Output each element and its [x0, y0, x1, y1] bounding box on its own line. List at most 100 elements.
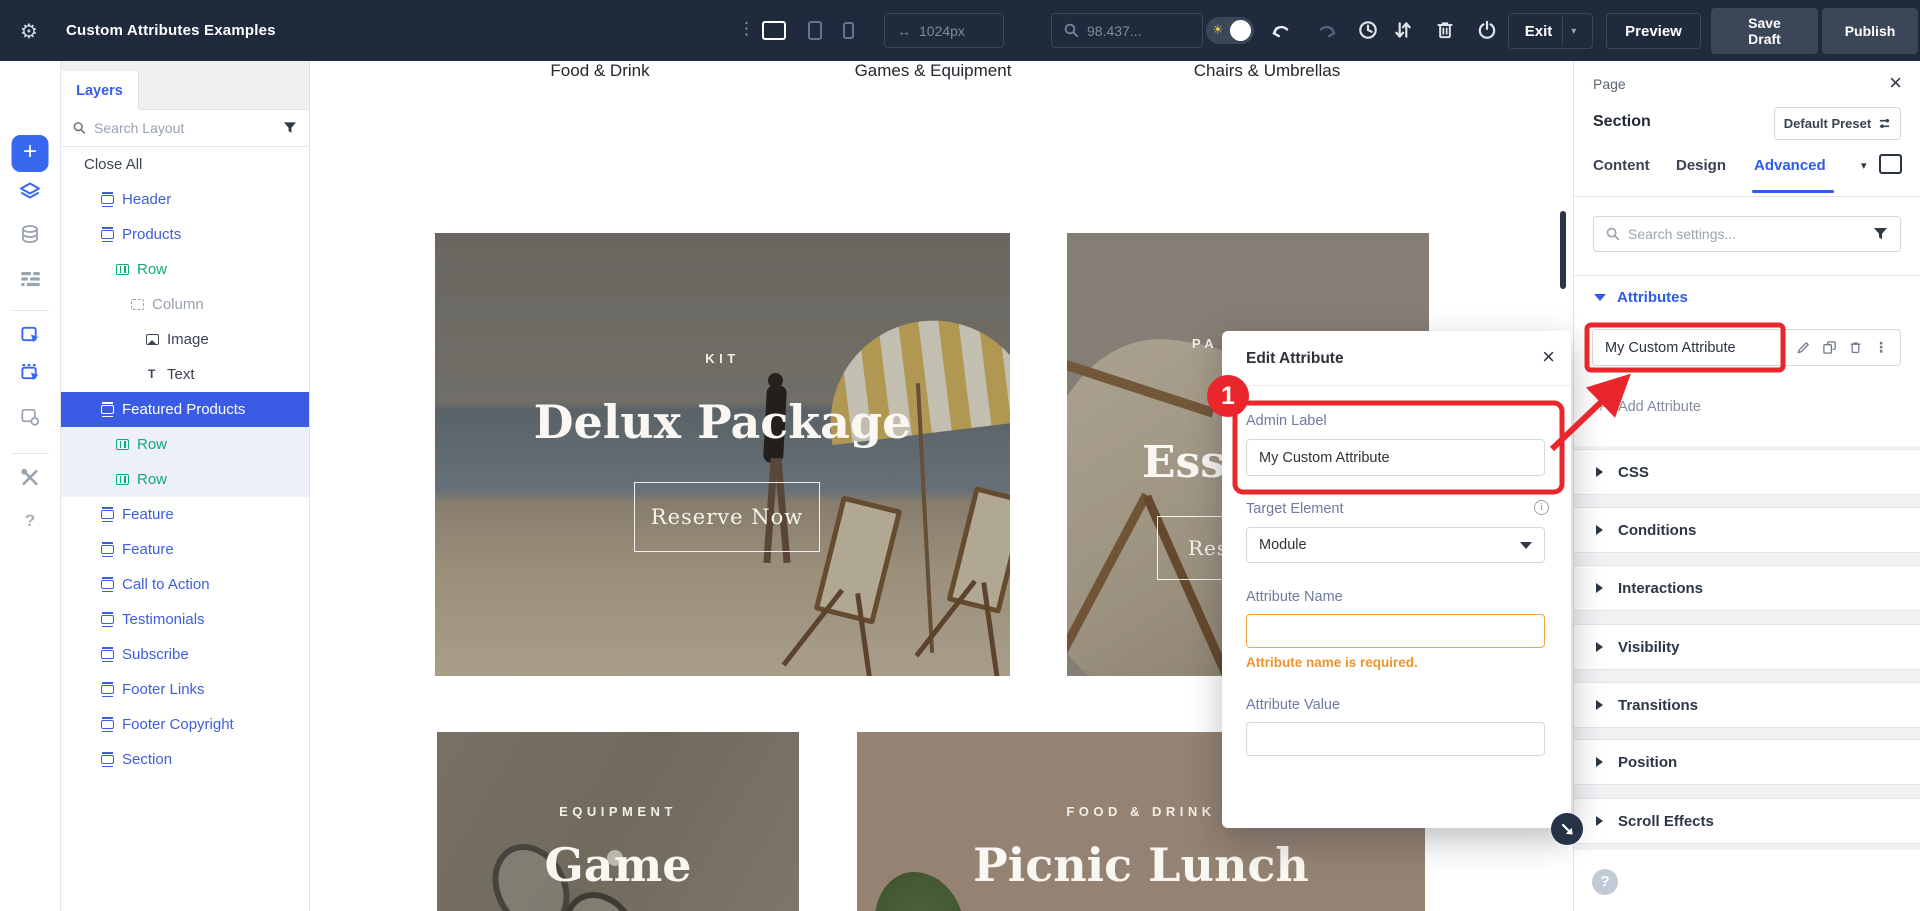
publish-button[interactable]: Publish [1822, 8, 1918, 54]
duplicate-icon[interactable] [1822, 340, 1837, 355]
theme-toggle[interactable]: ☀ [1206, 17, 1254, 44]
sort-arrows-icon[interactable] [1392, 19, 1414, 41]
view-options-kebab-icon[interactable]: ⋮ [738, 19, 755, 39]
modal-drag-handle[interactable] [1551, 813, 1583, 845]
add-module-button[interactable]: + [12, 135, 49, 172]
layer-label: Feature [122, 541, 174, 558]
layer-item-call-to-action[interactable]: Call to Action [61, 567, 309, 602]
filter-funnel-icon[interactable] [1873, 227, 1888, 241]
layer-item-products[interactable]: Products [61, 217, 309, 252]
layers-icon[interactable] [18, 181, 42, 202]
trash-icon[interactable] [1434, 19, 1456, 41]
save-draft-button[interactable]: Save Draft [1711, 8, 1818, 54]
settings-search[interactable] [1593, 216, 1901, 252]
layer-item-header[interactable]: Header [61, 182, 309, 217]
accordion-transitions[interactable]: Transitions [1574, 682, 1920, 728]
accordion-css[interactable]: CSS [1574, 449, 1920, 495]
breakpoint-desktop-icon[interactable] [1879, 154, 1902, 174]
tab-content[interactable]: Content [1593, 157, 1650, 174]
accordion-visibility[interactable]: Visibility [1574, 624, 1920, 670]
layer-item-feature[interactable]: Feature [61, 497, 309, 532]
tab-design[interactable]: Design [1676, 157, 1726, 174]
filter-funnel-icon[interactable] [283, 121, 297, 135]
layers-search-input[interactable] [94, 120, 275, 136]
more-options-kebab-icon[interactable]: ⋮ [1874, 339, 1888, 356]
layer-item-column[interactable]: Column [61, 287, 309, 322]
chevron-right-icon [1596, 700, 1603, 710]
layers-panel: Layers Close All Header Products Row Col… [61, 61, 310, 911]
select-module-icon[interactable] [18, 324, 42, 345]
global-elements-icon[interactable] [18, 406, 42, 427]
settings-search-input[interactable] [1628, 226, 1865, 242]
layer-item-section[interactable]: Section [61, 742, 309, 777]
attribute-item-row[interactable]: My Custom Attribute ⋮ [1592, 329, 1901, 366]
chevron-right-icon [1596, 757, 1603, 767]
attribute-value-label: Attribute Value [1246, 697, 1340, 713]
edit-pencil-icon[interactable] [1796, 340, 1811, 355]
featured-card-game[interactable]: EQUIPMENT Game [437, 732, 799, 911]
close-icon[interactable]: × [1889, 70, 1902, 96]
preview-button[interactable]: Preview [1606, 13, 1701, 49]
accordion-scroll-effects[interactable]: Scroll Effects [1574, 798, 1920, 844]
help-icon[interactable]: ? [1592, 869, 1618, 895]
attribute-value-input[interactable] [1246, 722, 1545, 756]
database-icon[interactable] [18, 224, 42, 245]
category-link[interactable]: Chairs & Umbrellas [1194, 61, 1340, 81]
tablet-view-icon[interactable] [808, 21, 822, 40]
exit-button[interactable]: Exit ▾ [1508, 13, 1593, 49]
trash-icon[interactable] [1848, 340, 1863, 355]
breadcrumb[interactable]: Page [1593, 76, 1626, 92]
layer-item-text[interactable]: Text [61, 357, 309, 392]
power-icon[interactable] [1476, 19, 1498, 41]
layer-item-row[interactable]: Row [61, 252, 309, 287]
category-link[interactable]: Food & Drink [550, 61, 649, 81]
attribute-name-input[interactable] [1246, 614, 1545, 648]
wireframe-view-icon[interactable] [18, 268, 42, 289]
history-clock-icon[interactable] [1357, 19, 1379, 41]
undo-icon[interactable] [1270, 19, 1292, 41]
layer-item-feature[interactable]: Feature [61, 532, 309, 567]
save-draft-label: Save Draft [1735, 15, 1794, 47]
canvas-scrollbar[interactable] [1560, 211, 1566, 289]
layer-item-row[interactable]: Row [61, 427, 309, 462]
layer-item-featured-products[interactable]: Featured Products [61, 392, 309, 427]
target-element-select[interactable]: Module [1246, 527, 1545, 563]
desktop-view-icon[interactable] [762, 21, 786, 40]
select-multiple-icon[interactable] [18, 362, 42, 383]
close-all-button[interactable]: Close All [61, 147, 309, 182]
accordion-position[interactable]: Position [1574, 739, 1920, 785]
close-icon[interactable]: × [1542, 344, 1555, 370]
layer-item-row[interactable]: Row [61, 462, 309, 497]
attribute-item-label: My Custom Attribute [1605, 340, 1736, 356]
default-preset-button[interactable]: Default Preset [1774, 107, 1901, 140]
info-icon[interactable]: i [1534, 500, 1549, 515]
accordion-conditions[interactable]: Conditions [1574, 507, 1920, 553]
admin-label-input[interactable] [1246, 439, 1545, 476]
reserve-now-button[interactable]: Reserve Now [634, 482, 820, 552]
zoom-field[interactable]: 98.437... [1051, 13, 1203, 48]
layer-item-image[interactable]: Image [61, 322, 309, 357]
help-icon[interactable]: ? [25, 511, 35, 531]
card-eyebrow: PA [1192, 336, 1218, 351]
add-attribute-button[interactable]: + Add Attribute [1596, 397, 1701, 417]
accordion-interactions[interactable]: Interactions [1574, 565, 1920, 611]
redo-icon[interactable] [1316, 19, 1338, 41]
attributes-section-header[interactable]: Attributes [1594, 289, 1688, 306]
exit-dropdown-caret[interactable]: ▾ [1562, 17, 1576, 46]
section-icon [101, 510, 114, 519]
tab-advanced[interactable]: Advanced [1754, 157, 1826, 174]
settings-gear-icon[interactable]: ⚙ [20, 19, 38, 44]
tabs-caret-icon[interactable]: ▾ [1861, 159, 1867, 172]
layer-item-testimonials[interactable]: Testimonials [61, 602, 309, 637]
tools-icon[interactable] [18, 467, 42, 488]
layer-item-subscribe[interactable]: Subscribe [61, 637, 309, 672]
viewport-width-field[interactable]: ↔ 1024px [884, 13, 1004, 48]
layer-item-footer-copyright[interactable]: Footer Copyright [61, 707, 309, 742]
featured-card-delux[interactable]: KIT Delux Package Reserve Now [435, 233, 1010, 676]
category-link[interactable]: Games & Equipment [855, 61, 1012, 81]
layer-label: Featured Products [122, 401, 245, 418]
card-title: Delux Package [534, 395, 912, 449]
tab-layers[interactable]: Layers [61, 71, 139, 110]
phone-view-icon[interactable] [843, 22, 854, 39]
layer-item-footer-links[interactable]: Footer Links [61, 672, 309, 707]
